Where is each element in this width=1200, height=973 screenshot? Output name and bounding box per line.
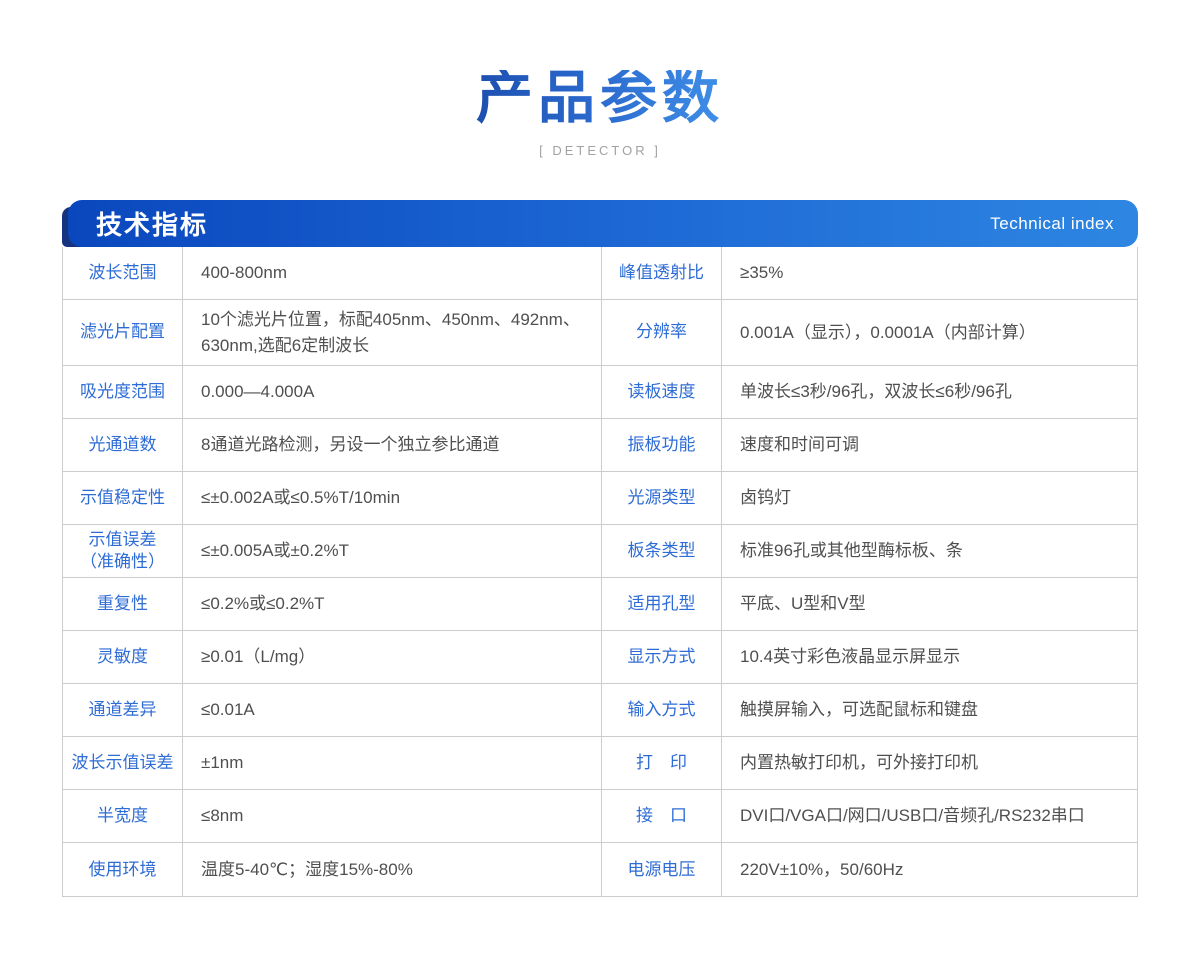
spec-value-right: 10.4英寸彩色液晶显示屏显示	[722, 631, 1137, 684]
spec-value-left: 400-800nm	[183, 247, 602, 300]
spec-label-left: 使用环境	[63, 843, 183, 896]
spec-value-right: 单波长≤3秒/96孔，双波长≤6秒/96孔	[722, 366, 1137, 419]
page-header: 产品参数 [ DETECTOR ]	[0, 0, 1200, 158]
spec-label-right: 接 口	[602, 790, 722, 843]
spec-label-right: 读板速度	[602, 366, 722, 419]
section-title-en: Technical index	[990, 214, 1114, 234]
spec-value-right: 内置热敏打印机，可外接打印机	[722, 737, 1137, 790]
spec-label-right: 电源电压	[602, 843, 722, 896]
spec-value-right: DVI口/VGA口/网口/USB口/音频孔/RS232串口	[722, 790, 1137, 843]
page-subtitle: [ DETECTOR ]	[0, 143, 1200, 158]
spec-value-left: ≤0.01A	[183, 684, 602, 737]
spec-label-left: 半宽度	[63, 790, 183, 843]
spec-label-left: 吸光度范围	[63, 366, 183, 419]
spec-label-right: 光源类型	[602, 472, 722, 525]
spec-label-left: 滤光片配置	[63, 300, 183, 366]
spec-label-right: 打 印	[602, 737, 722, 790]
spec-table: 波长范围 400-800nm 峰值透射比 ≥35% 滤光片配置 10个滤光片位置…	[62, 247, 1138, 897]
spec-label-right: 分辨率	[602, 300, 722, 366]
spec-value-left: 10个滤光片位置，标配405nm、450nm、492nm、630nm,选配6定制…	[183, 300, 602, 366]
spec-value-left: ±1nm	[183, 737, 602, 790]
spec-value-left: ≤0.2%或≤0.2%T	[183, 578, 602, 631]
spec-value-right: 卤钨灯	[722, 472, 1137, 525]
spec-value-left: ≤±0.002A或≤0.5%T/10min	[183, 472, 602, 525]
spec-value-left: 8通道光路检测，另设一个独立参比通道	[183, 419, 602, 472]
spec-value-left: ≥0.01（L/mg）	[183, 631, 602, 684]
spec-value-left: 温度5-40℃；湿度15%-80%	[183, 843, 602, 896]
spec-label-right: 振板功能	[602, 419, 722, 472]
spec-label-right: 适用孔型	[602, 578, 722, 631]
section-title-zh: 技术指标	[96, 205, 208, 242]
spec-value-left: 0.000—4.000A	[183, 366, 602, 419]
spec-value-left: ≤±0.005A或±0.2%T	[183, 525, 602, 578]
spec-value-right: 标准96孔或其他型酶标板、条	[722, 525, 1137, 578]
spec-label-right: 输入方式	[602, 684, 722, 737]
spec-value-left: ≤8nm	[183, 790, 602, 843]
spec-value-right: 0.001A（显示），0.0001A（内部计算）	[722, 300, 1137, 366]
spec-card: 技术指标 Technical index 波长范围 400-800nm 峰值透射…	[62, 200, 1138, 897]
spec-label-left: 波长范围	[63, 247, 183, 300]
spec-label-left: 通道差异	[63, 684, 183, 737]
spec-value-right: 速度和时间可调	[722, 419, 1137, 472]
spec-label-left: 示值误差 （准确性）	[63, 525, 183, 578]
spec-label-left: 光通道数	[63, 419, 183, 472]
spec-label-right: 显示方式	[602, 631, 722, 684]
spec-value-right: 平底、U型和V型	[722, 578, 1137, 631]
spec-label-left: 重复性	[63, 578, 183, 631]
spec-label-left: 灵敏度	[63, 631, 183, 684]
section-header: 技术指标 Technical index	[62, 200, 1138, 247]
header-bar: 技术指标 Technical index	[68, 200, 1138, 247]
spec-label-left: 示值稳定性	[63, 472, 183, 525]
spec-value-right: ≥35%	[722, 247, 1137, 300]
spec-label-right: 板条类型	[602, 525, 722, 578]
spec-value-right: 触摸屏输入，可选配鼠标和键盘	[722, 684, 1137, 737]
spec-label-left: 波长示值误差	[63, 737, 183, 790]
page-title: 产品参数	[476, 70, 724, 127]
spec-label-right: 峰值透射比	[602, 247, 722, 300]
spec-value-right: 220V±10%，50/60Hz	[722, 843, 1137, 896]
